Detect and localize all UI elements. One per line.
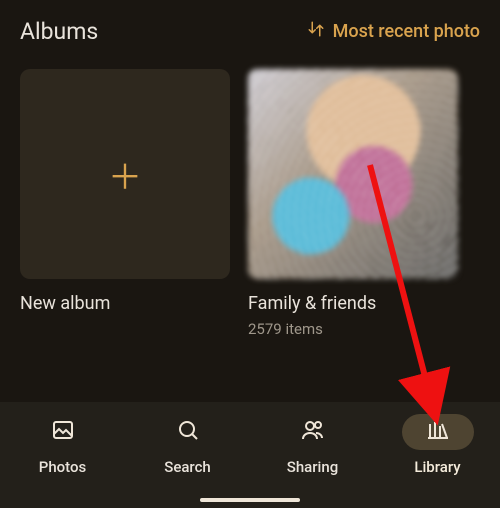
nav-label: Search	[164, 458, 211, 476]
nav-label: Sharing	[287, 458, 338, 476]
albums-grid: ＋ New album Family & friends 2579 items	[0, 53, 500, 338]
nav-label: Library	[414, 458, 460, 476]
people-icon	[301, 418, 325, 446]
nav-label: Photos	[39, 458, 86, 476]
swap-vert-icon	[307, 20, 325, 43]
home-indicator	[200, 498, 300, 502]
library-icon	[426, 418, 450, 446]
card-subtitle: 2579 items	[248, 320, 458, 338]
bottom-nav: Photos Search Sharing	[0, 402, 500, 508]
new-album-thumb[interactable]: ＋	[20, 69, 230, 279]
plus-icon: ＋	[108, 150, 142, 199]
album-thumb[interactable]	[248, 69, 458, 279]
nav-photos[interactable]: Photos	[3, 414, 123, 476]
sort-label: Most recent photo	[333, 21, 480, 42]
new-album-card[interactable]: ＋ New album	[20, 69, 230, 338]
sort-button[interactable]: Most recent photo	[307, 20, 480, 43]
nav-library[interactable]: Library	[378, 414, 498, 476]
nav-search[interactable]: Search	[128, 414, 248, 476]
page-title: Albums	[20, 18, 98, 45]
image-icon	[51, 418, 75, 446]
card-title: Family & friends	[248, 293, 458, 314]
search-icon	[176, 418, 200, 446]
album-card[interactable]: Family & friends 2579 items	[248, 69, 458, 338]
nav-sharing[interactable]: Sharing	[253, 414, 373, 476]
card-title: New album	[20, 293, 230, 314]
